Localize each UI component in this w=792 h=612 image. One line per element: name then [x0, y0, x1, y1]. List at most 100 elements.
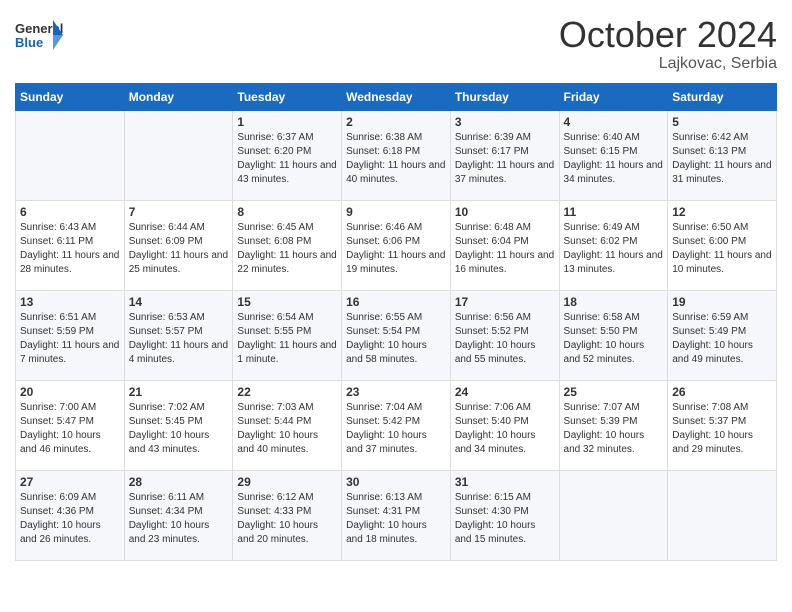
day-info: Sunrise: 6:48 AMSunset: 6:04 PMDaylight:…: [455, 221, 555, 277]
day-info: Sunrise: 6:49 AMSunset: 6:02 PMDaylight:…: [564, 221, 664, 277]
day-info: Sunrise: 7:00 AMSunset: 5:47 PMDaylight:…: [20, 401, 120, 457]
day-number: 7: [129, 205, 229, 219]
day-number: 4: [564, 115, 664, 129]
day-info: Sunrise: 7:02 AMSunset: 5:45 PMDaylight:…: [129, 401, 229, 457]
calendar-cell: 24 Sunrise: 7:06 AMSunset: 5:40 PMDayligh…: [450, 380, 559, 470]
calendar-cell: 31 Sunrise: 6:15 AMSunset: 4:30 PMDayligh…: [450, 470, 559, 560]
day-info: Sunrise: 6:44 AMSunset: 6:09 PMDaylight:…: [129, 221, 229, 277]
calendar-cell: 2Sunrise: 6:38 AMSunset: 6:18 PMDaylight…: [342, 110, 451, 200]
day-number: 26: [672, 385, 772, 399]
day-number: 2: [346, 115, 446, 129]
calendar-cell: [124, 110, 233, 200]
day-number: 15: [237, 295, 337, 309]
calendar-cell: 23Sunrise: 7:04 AMSunset: 5:42 PMDayligh…: [342, 380, 451, 470]
day-info: Sunrise: 6:54 AMSunset: 5:55 PMDaylight:…: [237, 311, 337, 367]
calendar-cell: 5Sunrise: 6:42 AMSunset: 6:13 PMDaylight…: [668, 110, 777, 200]
day-info: Sunrise: 6:59 AMSunset: 5:49 PMDaylight:…: [672, 311, 772, 367]
day-info: Sunrise: 6:15 AMSunset: 4:30 PMDaylight:…: [455, 491, 555, 547]
day-info: Sunrise: 6:46 AMSunset: 6:06 PMDaylight:…: [346, 221, 446, 277]
day-info: Sunrise: 6:11 AMSunset: 4:34 PMDaylight:…: [129, 491, 229, 547]
day-info: Sunrise: 6:39 AMSunset: 6:17 PMDaylight:…: [455, 131, 555, 187]
calendar-cell: 28 Sunrise: 6:11 AMSunset: 4:34 PMDayligh…: [124, 470, 233, 560]
calendar-week-row: 1Sunrise: 6:37 AMSunset: 6:20 PMDaylight…: [16, 110, 777, 200]
calendar-cell: 22 Sunrise: 7:03 AMSunset: 5:44 PMDayligh…: [233, 380, 342, 470]
day-info: Sunrise: 6:45 AMSunset: 6:08 PMDaylight:…: [237, 221, 337, 277]
day-number: 19: [672, 295, 772, 309]
calendar-cell: 19 Sunrise: 6:59 AMSunset: 5:49 PMDayligh…: [668, 290, 777, 380]
day-info: Sunrise: 6:58 AMSunset: 5:50 PMDaylight:…: [564, 311, 664, 367]
calendar-cell: 8 Sunrise: 6:45 AMSunset: 6:08 PMDaylight…: [233, 200, 342, 290]
calendar-cell: 14Sunrise: 6:53 AMSunset: 5:57 PMDayligh…: [124, 290, 233, 380]
day-info: Sunrise: 7:07 AMSunset: 5:39 PMDaylight:…: [564, 401, 664, 457]
day-number: 18: [564, 295, 664, 309]
logo: General Blue: [15, 15, 69, 55]
day-info: Sunrise: 6:55 AMSunset: 5:54 PMDaylight:…: [346, 311, 446, 367]
title-block: October 2024 Lajkovac, Serbia: [559, 15, 777, 73]
day-number: 3: [455, 115, 555, 129]
day-number: 8: [237, 205, 337, 219]
day-info: Sunrise: 7:06 AMSunset: 5:40 PMDaylight:…: [455, 401, 555, 457]
calendar-cell: 3 Sunrise: 6:39 AMSunset: 6:17 PMDaylight…: [450, 110, 559, 200]
day-number: 22: [237, 385, 337, 399]
weekday-header-sunday: Sunday: [16, 83, 125, 110]
logo-icon: General Blue: [15, 15, 65, 55]
weekday-header-thursday: Thursday: [450, 83, 559, 110]
day-info: Sunrise: 6:51 AMSunset: 5:59 PMDaylight:…: [20, 311, 120, 367]
day-info: Sunrise: 6:42 AMSunset: 6:13 PMDaylight:…: [672, 131, 772, 187]
weekday-header-wednesday: Wednesday: [342, 83, 451, 110]
day-info: Sunrise: 7:03 AMSunset: 5:44 PMDaylight:…: [237, 401, 337, 457]
calendar-cell: 9 Sunrise: 6:46 AMSunset: 6:06 PMDaylight…: [342, 200, 451, 290]
page-title: October 2024: [559, 15, 777, 55]
weekday-header-monday: Monday: [124, 83, 233, 110]
calendar-cell: 13 Sunrise: 6:51 AMSunset: 5:59 PMDayligh…: [16, 290, 125, 380]
calendar-cell: 15 Sunrise: 6:54 AMSunset: 5:55 PMDayligh…: [233, 290, 342, 380]
day-number: 13: [20, 295, 120, 309]
day-number: 29: [237, 475, 337, 489]
calendar-cell: 27Sunrise: 6:09 AMSunset: 4:36 PMDayligh…: [16, 470, 125, 560]
day-info: Sunrise: 6:43 AMSunset: 6:11 PMDaylight:…: [20, 221, 120, 277]
day-info: Sunrise: 6:12 AMSunset: 4:33 PMDaylight:…: [237, 491, 337, 547]
day-number: 11: [564, 205, 664, 219]
day-number: 14: [129, 295, 229, 309]
calendar-cell: 17 Sunrise: 6:56 AMSunset: 5:52 PMDayligh…: [450, 290, 559, 380]
svg-text:Blue: Blue: [15, 35, 43, 50]
day-number: 17: [455, 295, 555, 309]
calendar-cell: 26 Sunrise: 7:08 AMSunset: 5:37 PMDayligh…: [668, 380, 777, 470]
calendar-cell: 11 Sunrise: 6:49 AMSunset: 6:02 PMDayligh…: [559, 200, 668, 290]
calendar-cell: 29 Sunrise: 6:12 AMSunset: 4:33 PMDayligh…: [233, 470, 342, 560]
calendar-cell: [559, 470, 668, 560]
day-info: Sunrise: 7:08 AMSunset: 5:37 PMDaylight:…: [672, 401, 772, 457]
calendar-cell: 21 Sunrise: 7:02 AMSunset: 5:45 PMDayligh…: [124, 380, 233, 470]
weekday-header-tuesday: Tuesday: [233, 83, 342, 110]
day-number: 21: [129, 385, 229, 399]
calendar-week-row: 13 Sunrise: 6:51 AMSunset: 5:59 PMDayligh…: [16, 290, 777, 380]
calendar-cell: 18 Sunrise: 6:58 AMSunset: 5:50 PMDayligh…: [559, 290, 668, 380]
day-number: 24: [455, 385, 555, 399]
calendar-header-row: SundayMondayTuesdayWednesdayThursdayFrid…: [16, 83, 777, 110]
day-number: 23: [346, 385, 446, 399]
calendar-cell: 10 Sunrise: 6:48 AMSunset: 6:04 PMDayligh…: [450, 200, 559, 290]
weekday-header-friday: Friday: [559, 83, 668, 110]
calendar-cell: 20Sunrise: 7:00 AMSunset: 5:47 PMDayligh…: [16, 380, 125, 470]
weekday-header-saturday: Saturday: [668, 83, 777, 110]
day-info: Sunrise: 6:13 AMSunset: 4:31 PMDaylight:…: [346, 491, 446, 547]
calendar-cell: 12Sunrise: 6:50 AMSunset: 6:00 PMDayligh…: [668, 200, 777, 290]
header: General Blue October 2024 Lajkovac, Serb…: [15, 15, 777, 73]
calendar-cell: [16, 110, 125, 200]
day-number: 16: [346, 295, 446, 309]
day-number: 31: [455, 475, 555, 489]
calendar-cell: 4 Sunrise: 6:40 AMSunset: 6:15 PMDaylight…: [559, 110, 668, 200]
calendar-cell: 1Sunrise: 6:37 AMSunset: 6:20 PMDaylight…: [233, 110, 342, 200]
day-number: 1: [237, 115, 337, 129]
day-info: Sunrise: 6:09 AMSunset: 4:36 PMDaylight:…: [20, 491, 120, 547]
day-number: 6: [20, 205, 120, 219]
day-info: Sunrise: 6:56 AMSunset: 5:52 PMDaylight:…: [455, 311, 555, 367]
calendar-cell: 30Sunrise: 6:13 AMSunset: 4:31 PMDayligh…: [342, 470, 451, 560]
page-container: General Blue October 2024 Lajkovac, Serb…: [0, 0, 792, 571]
day-info: Sunrise: 6:40 AMSunset: 6:15 PMDaylight:…: [564, 131, 664, 187]
calendar-cell: [668, 470, 777, 560]
calendar-table: SundayMondayTuesdayWednesdayThursdayFrid…: [15, 83, 777, 561]
day-number: 28: [129, 475, 229, 489]
day-number: 10: [455, 205, 555, 219]
day-number: 9: [346, 205, 446, 219]
